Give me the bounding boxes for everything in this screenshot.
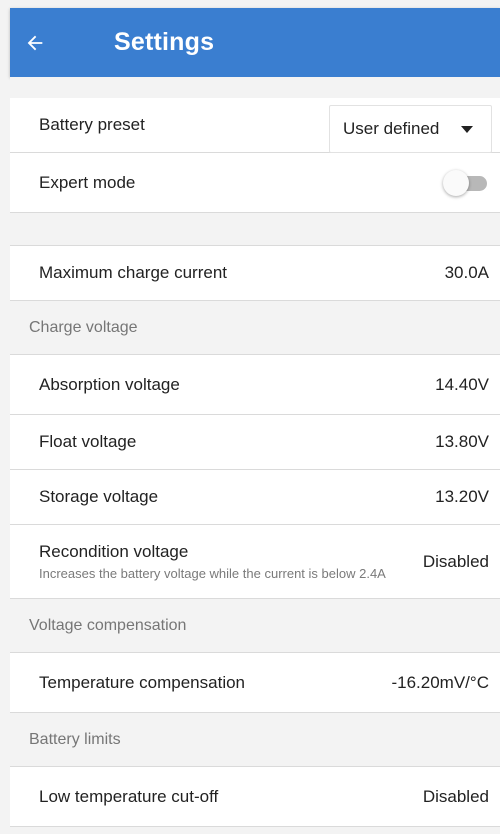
voltage-compensation-header: Voltage compensation [10, 599, 500, 653]
battery-preset-value: User defined [343, 119, 440, 138]
recondition-voltage-row[interactable]: Recondition voltage Increases the batter… [10, 525, 500, 599]
expert-mode-row: Expert mode [10, 153, 500, 213]
screen: Settings Battery preset User defined Exp… [0, 0, 500, 834]
max-charge-current-label: Maximum charge current [39, 263, 228, 282]
battery-limits-header: Battery limits [10, 713, 500, 767]
absorption-voltage-label: Absorption voltage [39, 374, 180, 394]
page-title: Settings [114, 28, 215, 56]
battery-preset-dropdown[interactable]: User defined [329, 105, 492, 153]
battery-preset-row: Battery preset User defined [10, 98, 500, 153]
storage-voltage-value: 13.20V [435, 487, 489, 506]
temperature-compensation-label: Temperature compensation [39, 672, 246, 692]
expert-mode-label: Expert mode [39, 172, 136, 192]
max-charge-current-row[interactable]: Maximum charge current 30.0A [10, 246, 500, 301]
recondition-voltage-text: Recondition voltage Increases the batter… [39, 542, 399, 582]
settings-list: Battery preset User defined Expert mode … [10, 77, 500, 834]
float-voltage-row[interactable]: Float voltage 13.80V [10, 415, 500, 470]
low-temperature-cutoff-row[interactable]: Low temperature cut-off Disabled [10, 767, 500, 827]
caret-down-icon [461, 125, 473, 133]
recondition-voltage-value: Disabled [422, 551, 489, 571]
section-spacer [10, 213, 500, 246]
expert-mode-toggle[interactable] [441, 168, 491, 198]
storage-voltage-row[interactable]: Storage voltage 13.20V [10, 470, 500, 525]
charge-voltage-header: Charge voltage [10, 301, 500, 355]
storage-voltage-label: Storage voltage [39, 487, 159, 506]
temperature-compensation-row[interactable]: Temperature compensation -16.20mV/°C [10, 653, 500, 713]
float-voltage-value: 13.80V [435, 432, 489, 451]
absorption-voltage-row[interactable]: Absorption voltage 14.40V [10, 355, 500, 415]
recondition-voltage-label: Recondition voltage [39, 541, 189, 561]
absorption-voltage-value: 14.40V [435, 374, 489, 394]
toggle-thumb [443, 169, 469, 196]
low-temperature-cutoff-label: Low temperature cut-off [39, 786, 219, 806]
battery-preset-label: Battery preset [39, 115, 145, 134]
temperature-compensation-value: -16.20mV/°C [391, 672, 489, 692]
low-temperature-cutoff-value: Disabled [422, 786, 489, 806]
top-spacer [10, 77, 500, 98]
app-bar: Settings [10, 8, 500, 77]
max-charge-current-value: 30.0A [444, 263, 489, 282]
float-voltage-label: Float voltage [39, 432, 137, 451]
back-button[interactable] [10, 8, 60, 77]
recondition-voltage-description: Increases the battery voltage while the … [39, 565, 386, 581]
arrow-left-icon [27, 35, 43, 50]
